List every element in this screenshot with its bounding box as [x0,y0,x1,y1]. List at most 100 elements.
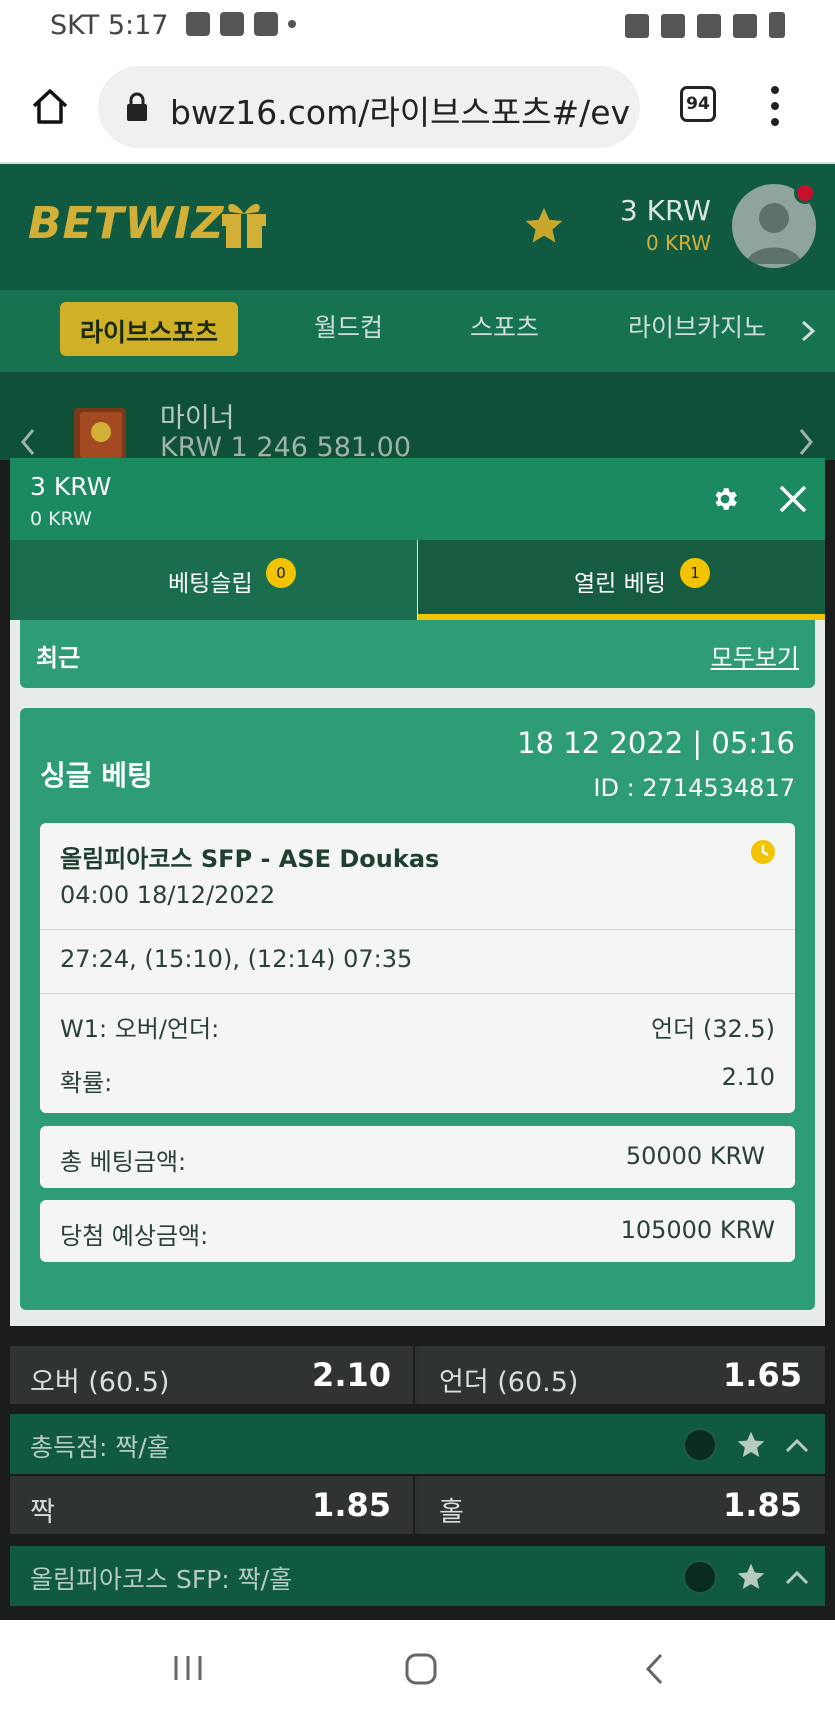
recent-bar: 최근 모두보기 [20,620,815,688]
overflow-menu-icon[interactable] [770,84,780,128]
clock-icon [751,840,775,864]
star-icon[interactable] [735,1429,767,1461]
chevron-right-icon[interactable] [798,428,814,456]
tab-label: 베팅슬립 [168,571,253,597]
slip-bonus-balance: 0 KRW [30,508,92,530]
nav-world-cup[interactable]: 월드컵 [314,308,383,344]
odds-value: 1.65 [723,1356,802,1394]
payout-row: 당첨 예상금액: 105000 KRW [40,1200,795,1262]
nav-sports[interactable]: 스포츠 [470,308,539,344]
nav-live-sports[interactable]: 라이브스포츠 [60,302,239,356]
carrier-time: SKT 5:17 [50,10,169,41]
open-bets-content: 최근 모두보기 싱글 베팅 18 12 2022 | 05:16 ID : 27… [10,620,825,1326]
market-title: 올림피아코스 SFP: 짝/홀 [30,1565,293,1594]
market-header[interactable]: 올림피아코스 SFP: 짝/홀 [10,1546,825,1606]
recent-apps-icon[interactable] [172,1654,204,1682]
odds-row: 확률: 2.10 [60,1063,775,1098]
tab-label: 열린 베팅 [574,571,666,597]
image-icon [186,12,210,36]
site-logo[interactable]: BETWIZ [28,198,224,249]
odds-row: 오버 (60.5) 2.10 언더 (60.5) 1.65 [10,1346,825,1404]
payout-value: 105000 KRW [620,1216,775,1244]
bet-slip-header: 3 KRW 0 KRW [10,458,825,540]
count-badge: 1 [680,558,710,588]
star-icon[interactable] [735,1561,767,1593]
divider [40,929,795,930]
odds-label: 짝 [30,1497,55,1528]
status-bar: SKT 5:17 [0,0,835,52]
home-button-icon[interactable] [404,1652,438,1686]
slip-main-balance: 3 KRW [30,472,112,501]
url-text: bwz16.com/라이브스포츠#/ev [170,93,630,132]
more-dot-icon [288,20,296,28]
tab-switcher-button[interactable]: 94 [680,86,716,122]
jackpot-title: 마이너 [160,403,235,434]
address-bar[interactable]: bwz16.com/라이브스포츠#/ev [98,66,640,148]
book-icon [74,408,126,462]
recent-label: 최근 [36,644,81,672]
bonus-balance: 0 KRW [645,231,711,255]
odds-value: 2.10 [721,1063,775,1091]
bet-slip-panel: 3 KRW 0 KRW 베팅슬립 0 열린 베팅 1 최근 모두보기 싱글 베팅… [10,458,825,1326]
market-header[interactable]: 총득점: 짝/홀 [10,1414,825,1474]
favorites-star-icon[interactable] [522,204,566,248]
bet-datetime: 18 12 2022 | 05:16 [517,726,795,760]
youtube-icon [254,12,278,36]
payout-label: 당첨 예상금액: [60,1222,209,1250]
lock-icon [127,92,147,121]
bet-id: ID : 2714534817 [593,774,795,802]
tab-bet-slip[interactable]: 베팅슬립 0 [10,540,417,620]
odds-value: 1.85 [312,1486,391,1524]
site-header: BETWIZ 3 KRW 0 KRW [0,164,835,290]
back-icon[interactable] [644,1652,664,1686]
nav-live-casino[interactable]: 라이브카지노 [628,308,766,344]
chevron-up-icon[interactable] [785,1569,809,1585]
event-details: 올림피아코스 SFP - ASE Doukas 04:00 18/12/2022… [40,823,795,1113]
market-row: W1: 오버/언더: 언더 (32.5) [60,1009,775,1044]
odds-label: 언더 (60.5) [439,1367,579,1398]
odds-over-button[interactable]: 오버 (60.5) 2.10 [10,1346,415,1404]
bet-card: 싱글 베팅 18 12 2022 | 05:16 ID : 2714534817… [20,708,815,1310]
chevron-left-icon[interactable] [20,428,36,456]
view-all-link[interactable]: 모두보기 [711,638,799,673]
odds-label: 홀 [439,1497,464,1528]
notification-dot [794,182,816,204]
odds-odd-button[interactable]: 홀 1.85 [419,1476,824,1534]
odds-even-button[interactable]: 짝 1.85 [10,1476,415,1534]
gear-icon[interactable] [710,484,740,514]
signal-icon [733,14,757,38]
event-score: 27:24, (15:10), (12:14) 07:35 [60,945,413,973]
bluetooth-icon [625,14,649,38]
browser-toolbar: bwz16.com/라이브스포츠#/ev 94 [0,52,835,164]
divider [40,993,795,994]
odds-value: 2.10 [312,1356,391,1394]
bet-type: 싱글 베팅 [40,759,153,792]
main-balance: 3 KRW [619,194,711,227]
main-nav: 라이브스포츠 월드컵 스포츠 라이브카지노 [0,290,835,372]
battery-icon [769,12,785,38]
event-name: 올림피아코스 SFP - ASE Doukas [60,845,440,873]
odds-label: 확률: [60,1069,113,1097]
mute-icon [661,14,685,38]
gift-icon[interactable] [218,194,270,250]
event-time: 04:00 18/12/2022 [60,881,276,909]
count-badge: 0 [266,558,296,588]
chevron-right-icon[interactable] [800,320,816,342]
close-icon[interactable] [778,484,808,514]
tab-open-bets[interactable]: 열린 베팅 1 [418,540,825,620]
odds-row: 짝 1.85 홀 1.85 [10,1476,825,1534]
market-title: 총득점: 짝/홀 [30,1433,170,1462]
cashout-coin-icon [683,1428,717,1462]
system-navigation-bar [0,1620,835,1717]
cashout-coin-icon [683,1560,717,1594]
chevron-up-icon[interactable] [785,1437,809,1453]
odds-value: 1.85 [723,1486,802,1524]
video-icon [220,12,244,36]
header-balance[interactable]: 3 KRW 0 KRW [620,194,711,255]
bet-slip-tabs: 베팅슬립 0 열린 베팅 1 [10,540,825,620]
market-label: W1: 오버/언더: [60,1015,220,1043]
wifi-icon [697,14,721,38]
odds-under-button[interactable]: 언더 (60.5) 1.65 [419,1346,824,1404]
home-icon[interactable] [30,86,70,126]
odds-label: 오버 (60.5) [30,1367,170,1398]
